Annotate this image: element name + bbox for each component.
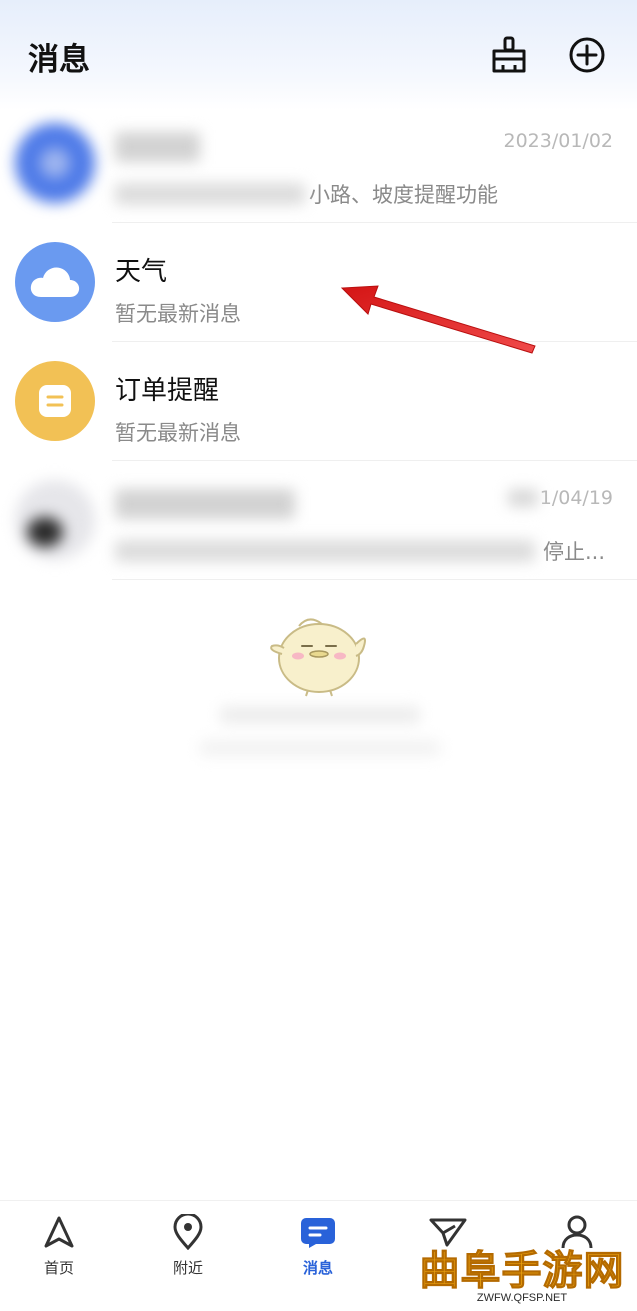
paper-plane-icon [408, 1213, 488, 1251]
empty-state-text [170, 700, 470, 770]
message-title [115, 132, 200, 162]
message-time: 2023/01/02 [503, 130, 613, 152]
message-title: 天气 [115, 257, 168, 287]
tab-label: 首页 [43, 1259, 74, 1277]
watermark-text: 曲阜手游网 [419, 1247, 625, 1294]
user-icon [537, 1213, 617, 1251]
cloud-icon [15, 242, 95, 322]
avatar [15, 480, 95, 560]
annotation-arrow [340, 285, 536, 354]
message-title [115, 489, 295, 519]
location-pin-icon [148, 1213, 228, 1251]
tab-nearby[interactable]: 附近 [148, 1213, 228, 1278]
tab-label: 消息 [302, 1259, 333, 1277]
message-preview: 暂无最新消息 [115, 421, 241, 445]
list-item[interactable]: 2023/01/02 小路、坡度提醒功能 [0, 104, 637, 223]
message-preview: 小路、坡度提醒功能 [115, 179, 498, 209]
avatar [15, 123, 95, 203]
message-title: 订单提醒 [115, 376, 220, 406]
watermark: 曲阜手游网 ZWFW.QFSP.NET [417, 1247, 627, 1308]
broom-icon[interactable] [488, 34, 530, 76]
mascot-icon [270, 618, 366, 697]
tab-messages[interactable]: 消息 [278, 1213, 358, 1278]
page-title: 消息 [28, 42, 90, 78]
navigation-arrow-icon [19, 1213, 99, 1251]
tab-label: 附近 [172, 1259, 203, 1277]
message-icon [278, 1213, 358, 1251]
header: 消息 [0, 0, 637, 110]
message-time: 1/04/19 [507, 487, 613, 509]
message-preview: 暂无最新消息 [115, 302, 241, 326]
message-preview: 停止... [115, 536, 605, 566]
order-icon [15, 361, 95, 441]
list-item[interactable]: 1/04/19 停止... [0, 461, 637, 580]
plus-circle-icon[interactable] [566, 34, 608, 76]
tab-home[interactable]: 首页 [19, 1213, 99, 1278]
